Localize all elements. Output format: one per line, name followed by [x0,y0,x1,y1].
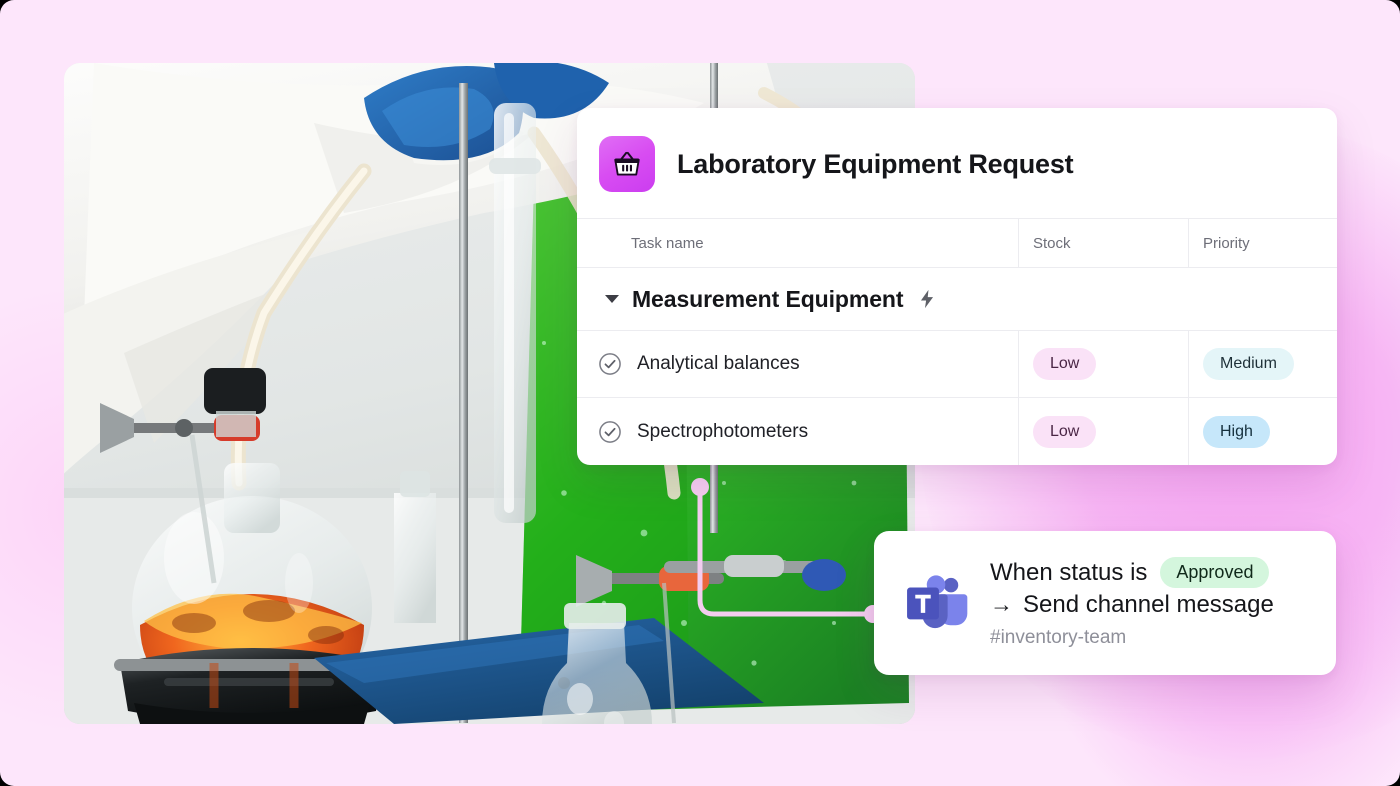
automation-card-body: When status is Approved → Send channel m… [990,557,1274,649]
task-name-cell[interactable]: Analytical balances [577,331,1018,397]
stock-cell[interactable]: Low [1018,331,1188,397]
task-card-header: Laboratory Equipment Request [577,108,1337,218]
priority-cell[interactable]: Medium [1188,331,1337,397]
task-card: Laboratory Equipment Request Task name S… [577,108,1337,465]
stock-cell[interactable]: Low [1018,398,1188,465]
priority-badge[interactable]: Medium [1203,348,1294,380]
page-root: Laboratory Equipment Request Task name S… [0,0,1400,786]
automation-channel[interactable]: #inventory-team [990,627,1274,649]
stock-badge[interactable]: Low [1033,415,1097,448]
page-title: Laboratory Equipment Request [677,148,1074,179]
column-header-stock[interactable]: Stock [1018,219,1188,267]
task-table: Task name Stock Priority Measurement Equ… [577,218,1337,465]
task-group-label: Measurement Equipment [632,285,904,312]
chevron-down-icon[interactable] [605,295,619,303]
automation-action-label: Send channel message [1023,591,1274,618]
shopping-basket-glyph [614,151,640,176]
microsoft-teams-icon [907,575,968,629]
lightning-bolt-icon [921,289,934,309]
stock-badge[interactable]: Low [1033,348,1097,380]
table-row[interactable]: Spectrophotometers Low High [577,398,1337,465]
arrow-right-icon: → [990,591,1013,617]
task-name-label: Spectrophotometers [637,420,809,442]
table-header-row: Task name Stock Priority [577,218,1337,268]
task-name-cell[interactable]: Spectrophotometers [577,398,1018,465]
priority-badge[interactable]: High [1203,415,1270,448]
check-circle-icon[interactable] [597,419,623,445]
automation-trigger-label: When status is [990,558,1148,586]
column-header-task-name[interactable]: Task name [577,219,1018,267]
task-name-label: Analytical balances [637,353,800,374]
automation-trigger: When status is Approved [990,557,1274,588]
automation-action: → Send channel message [990,591,1274,619]
table-row[interactable]: Analytical balances Low Medium [577,331,1337,398]
status-badge[interactable]: Approved [1160,557,1270,588]
shopping-basket-icon [599,136,655,192]
priority-cell[interactable]: High [1188,398,1337,465]
task-group-header[interactable]: Measurement Equipment [577,268,1337,331]
column-header-priority[interactable]: Priority [1188,219,1337,267]
automation-card[interactable]: When status is Approved → Send channel m… [874,531,1336,675]
check-circle-icon[interactable] [597,351,623,377]
